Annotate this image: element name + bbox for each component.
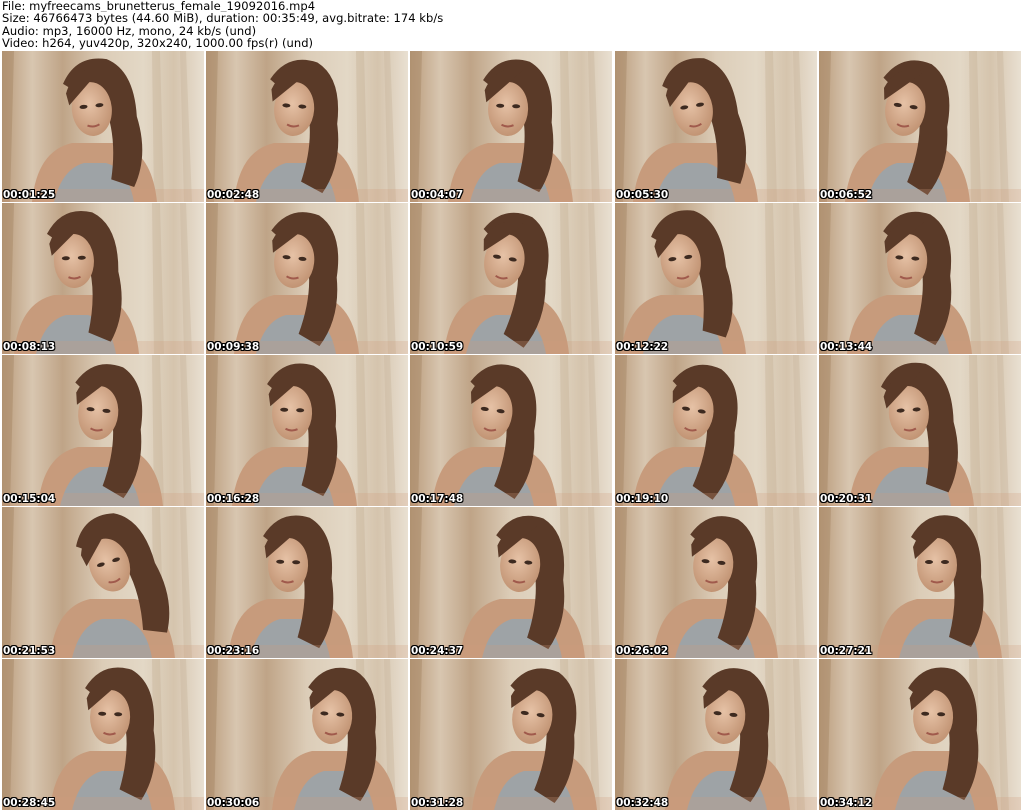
thumbnail-timestamp: 00:34:12 [820, 797, 873, 809]
video-thumbnail: 00:26:02 [615, 507, 817, 658]
thumbnail-timestamp: 00:31:28 [411, 797, 464, 809]
video-thumbnail: 00:05:30 [615, 51, 817, 202]
thumbnail-frame-image [410, 507, 612, 658]
thumbnail-timestamp: 00:32:48 [616, 797, 669, 809]
thumbnail-timestamp: 00:24:37 [411, 645, 464, 657]
thumbnail-timestamp: 00:23:16 [207, 645, 260, 657]
thumbnail-timestamp: 00:16:28 [207, 493, 260, 505]
thumbnail-timestamp: 00:19:10 [616, 493, 669, 505]
thumbnail-timestamp: 00:04:07 [411, 189, 464, 201]
video-thumbnail: 00:32:48 [615, 659, 817, 810]
thumbnail-timestamp: 00:20:31 [820, 493, 873, 505]
thumbnail-frame-image [615, 51, 817, 202]
video-thumbnail: 00:12:22 [615, 203, 817, 354]
thumbnail-frame-image [615, 203, 817, 354]
thumbnail-frame-image [410, 355, 612, 506]
thumbnail-frame-image [2, 659, 204, 810]
video-thumbnail: 00:01:25 [2, 51, 204, 202]
thumbnail-frame-image [2, 507, 204, 658]
thumbnail-timestamp: 00:15:04 [3, 493, 56, 505]
audio-info-line: Audio: mp3, 16000 Hz, mono, 24 kb/s (und… [2, 24, 257, 38]
thumbnail-frame-image [206, 659, 408, 810]
video-thumbnail: 00:34:12 [819, 659, 1021, 810]
thumbnail-timestamp: 00:09:38 [207, 341, 260, 353]
thumbnail-frame-image [2, 203, 204, 354]
thumbnail-timestamp: 00:30:06 [207, 797, 260, 809]
thumbnail-timestamp: 00:10:59 [411, 341, 464, 353]
thumbnail-timestamp: 00:05:30 [616, 189, 669, 201]
thumbnail-frame-image [206, 51, 408, 202]
thumbnail-frame-image [2, 51, 204, 202]
video-thumbnail: 00:04:07 [410, 51, 612, 202]
thumbnail-timestamp: 00:28:45 [3, 797, 56, 809]
thumbnail-frame-image [819, 355, 1021, 506]
thumbnail-timestamp: 00:12:22 [616, 341, 669, 353]
thumbnail-frame-image [615, 507, 817, 658]
thumbnail-frame-image [819, 203, 1021, 354]
video-thumbnail: 00:16:28 [206, 355, 408, 506]
video-info-line: Video: h264, yuv420p, 320x240, 1000.00 f… [2, 37, 314, 50]
thumbnail-timestamp: 00:13:44 [820, 341, 873, 353]
video-thumbnail: 00:17:48 [410, 355, 612, 506]
thumbnail-frame-image [819, 659, 1021, 810]
video-thumbnail: 00:27:21 [819, 507, 1021, 658]
thumbnail-grid: 00:01:25 00:02:48 00:04:07 00:05:30 00:06:52… [2, 51, 1023, 811]
video-thumbnail: 00:06:52 [819, 51, 1021, 202]
thumbnail-timestamp: 00:26:02 [616, 645, 669, 657]
video-thumbnail: 00:20:31 [819, 355, 1021, 506]
video-thumbnail: 00:15:04 [2, 355, 204, 506]
video-thumbnail: 00:31:28 [410, 659, 612, 810]
thumbnail-timestamp: 00:02:48 [207, 189, 260, 201]
video-thumbnail: 00:08:13 [2, 203, 204, 354]
thumbnail-frame-image [206, 355, 408, 506]
video-thumbnail: 00:28:45 [2, 659, 204, 810]
thumbnail-timestamp: 00:01:25 [3, 189, 56, 201]
video-thumbnail: 00:19:10 [615, 355, 817, 506]
video-thumbnail: 00:02:48 [206, 51, 408, 202]
video-thumbnail: 00:09:38 [206, 203, 408, 354]
thumbnail-frame-image [206, 507, 408, 658]
thumbnail-timestamp: 00:08:13 [3, 341, 56, 353]
thumbnail-timestamp: 00:27:21 [820, 645, 873, 657]
thumbnail-timestamp: 00:21:53 [3, 645, 56, 657]
thumbnail-timestamp: 00:06:52 [820, 189, 873, 201]
file-info-header: File: myfreecams_brunetterus_female_1909… [2, 0, 1022, 50]
thumbnail-frame-image [615, 355, 817, 506]
thumbnail-frame-image [410, 51, 612, 202]
video-thumbnail: 00:13:44 [819, 203, 1021, 354]
thumbnail-frame-image [410, 203, 612, 354]
thumbnail-frame-image [206, 203, 408, 354]
file-name-line: File: myfreecams_brunetterus_female_1909… [2, 0, 316, 13]
thumbnail-frame-image [819, 51, 1021, 202]
thumbnail-frame-image [615, 659, 817, 810]
thumbnail-frame-image [410, 659, 612, 810]
video-thumbnail: 00:30:06 [206, 659, 408, 810]
video-thumbnail: 00:10:59 [410, 203, 612, 354]
thumbnail-timestamp: 00:17:48 [411, 493, 464, 505]
video-thumbnail: 00:23:16 [206, 507, 408, 658]
video-thumbnail: 00:24:37 [410, 507, 612, 658]
file-size-line: Size: 46766473 bytes (44.60 MiB), durati… [2, 12, 444, 25]
thumbnail-frame-image [2, 355, 204, 506]
thumbnail-frame-image [819, 507, 1021, 658]
video-thumbnail: 00:21:53 [2, 507, 204, 658]
